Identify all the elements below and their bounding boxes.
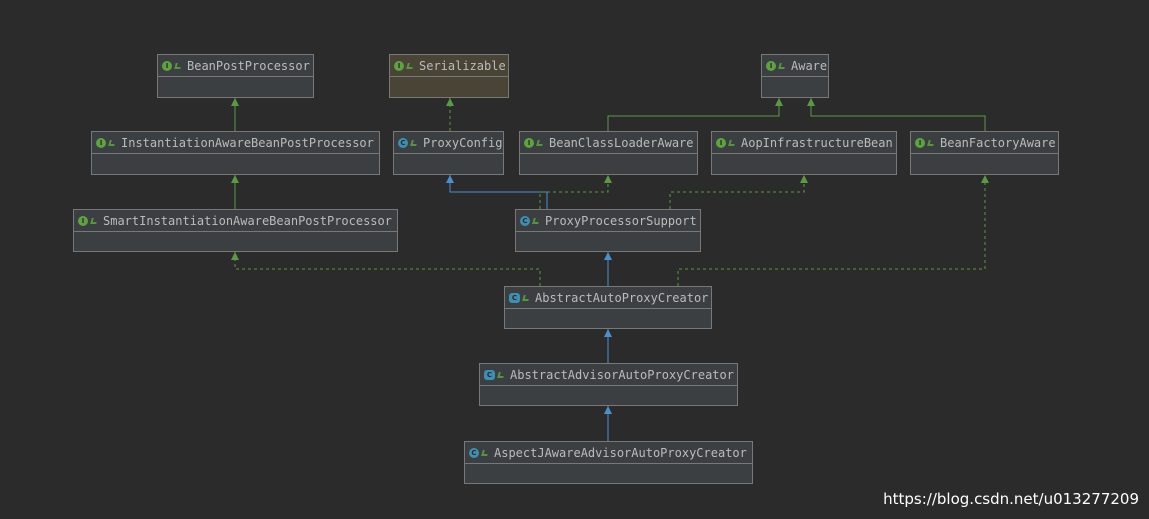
arrowhead xyxy=(231,175,239,183)
edge-implements xyxy=(446,98,454,131)
node-header: C AspectJAwareAdvisorAutoProxyCreator xyxy=(465,442,752,464)
node-proxy-processor-support[interactable]: C ProxyProcessorSupport xyxy=(515,209,701,252)
class-icon: C xyxy=(520,215,530,226)
edge-line xyxy=(810,98,986,131)
arrowhead xyxy=(604,406,612,414)
node-header: C AbstractAutoProxyCreator xyxy=(505,287,711,309)
node-bean-class-loader-aware[interactable]: I BeanClassLoaderAware xyxy=(519,131,698,175)
public-visibility-icon xyxy=(174,62,182,69)
node-header: I AopInfrastructureBean xyxy=(712,132,896,154)
node-aspect-jaware-advisor-auto-proxy-creator[interactable]: C AspectJAwareAdvisorAutoProxyCreator xyxy=(464,441,753,484)
node-aop-infrastructure-bean[interactable]: I AopInfrastructureBean xyxy=(711,131,897,175)
node-header: I Serializable xyxy=(390,55,508,77)
node-header: I SmartInstantiationAwareBeanPostProcesso… xyxy=(74,210,397,232)
node-header: C AbstractAdvisorAutoProxyCreator xyxy=(480,364,737,386)
arrowhead xyxy=(981,175,989,183)
public-visibility-icon xyxy=(90,217,98,224)
public-visibility-icon xyxy=(728,139,736,146)
edge-extends-class xyxy=(604,329,612,363)
node-header: C ProxyConfig xyxy=(394,132,503,154)
edge-extends-class xyxy=(446,175,548,209)
interface-icon: I xyxy=(78,215,88,226)
node-label: AbstractAutoProxyCreator xyxy=(535,290,709,305)
edge-implements xyxy=(677,175,989,286)
edge-line xyxy=(607,98,780,131)
node-label: SmartInstantiationAwareBeanPostProcessor xyxy=(103,213,392,228)
public-visibility-icon xyxy=(410,139,418,146)
node-label: AbstractAdvisorAutoProxyCreator xyxy=(510,367,734,382)
node-bean-post-processor[interactable]: I BeanPostProcessor xyxy=(157,54,314,98)
node-label: ProxyConfig xyxy=(423,135,503,150)
arrowhead xyxy=(800,175,808,183)
node-header: I InstantiationAwareBeanPostProcessor xyxy=(92,132,379,154)
node-label: AspectJAwareAdvisorAutoProxyCreator xyxy=(494,445,747,460)
node-header: C ProxyProcessorSupport xyxy=(516,210,700,232)
arrowhead xyxy=(604,175,612,183)
public-visibility-icon xyxy=(497,371,505,378)
node-abstract-auto-proxy-creator[interactable]: C AbstractAutoProxyCreator xyxy=(504,286,712,329)
arrowhead xyxy=(775,98,783,106)
node-label: ProxyProcessorSupport xyxy=(545,213,697,228)
edge-line xyxy=(669,175,805,209)
edge-line xyxy=(539,175,609,209)
public-visibility-icon xyxy=(532,217,540,224)
arrowhead xyxy=(231,98,239,106)
edge-extends xyxy=(231,175,239,209)
edge-line xyxy=(234,252,541,286)
arrowhead xyxy=(604,252,612,260)
interface-icon: I xyxy=(96,137,106,148)
node-label: BeanPostProcessor xyxy=(187,58,310,73)
node-smart-instantiation-aware-bean-post-processor[interactable]: I SmartInstantiationAwareBeanPostProcesso… xyxy=(73,209,398,252)
abstract-class-icon: C xyxy=(509,292,520,303)
interface-icon: I xyxy=(162,60,172,71)
node-instantiation-aware-bean-post-processor[interactable]: I InstantiationAwareBeanPostProcessor xyxy=(91,131,380,175)
edge-line xyxy=(449,175,548,209)
node-serializable[interactable]: I Serializable xyxy=(389,54,509,98)
node-label: BeanClassLoaderAware xyxy=(549,135,694,150)
node-header: I Aware xyxy=(762,55,828,77)
interface-icon: I xyxy=(716,137,726,148)
class-icon: C xyxy=(398,137,408,148)
public-visibility-icon xyxy=(778,62,786,69)
public-visibility-icon xyxy=(108,139,116,146)
node-proxy-config[interactable]: C ProxyConfig xyxy=(393,131,504,175)
edge-extends xyxy=(231,98,239,131)
class-icon: C xyxy=(469,447,479,458)
edge-extends-class xyxy=(604,406,612,441)
node-bean-factory-aware[interactable]: I BeanFactoryAware xyxy=(910,131,1059,175)
public-visibility-icon xyxy=(536,139,544,146)
node-header: I BeanFactoryAware xyxy=(911,132,1058,154)
edge-line xyxy=(677,175,986,286)
node-abstract-advisor-auto-proxy-creator[interactable]: C AbstractAdvisorAutoProxyCreator xyxy=(479,363,738,406)
public-visibility-icon xyxy=(481,449,489,456)
interface-icon: I xyxy=(394,60,404,71)
edge-extends xyxy=(607,98,783,131)
public-visibility-icon xyxy=(406,62,414,69)
node-label: AopInfrastructureBean xyxy=(741,135,893,150)
interface-icon: I xyxy=(524,137,534,148)
edge-extends xyxy=(807,98,986,131)
arrowhead xyxy=(807,98,815,106)
arrowhead xyxy=(446,98,454,106)
interface-icon: I xyxy=(766,60,776,71)
node-aware[interactable]: I Aware xyxy=(761,54,829,98)
edge-implements xyxy=(539,175,612,209)
arrowhead xyxy=(446,175,454,183)
node-label: Aware xyxy=(791,58,828,73)
edge-extends-class xyxy=(604,252,612,286)
node-label: Serializable xyxy=(419,58,506,73)
node-header: I BeanClassLoaderAware xyxy=(520,132,697,154)
edge-implements xyxy=(231,252,541,286)
public-visibility-icon xyxy=(927,139,935,146)
node-label: BeanFactoryAware xyxy=(940,135,1056,150)
arrowhead xyxy=(604,329,612,337)
arrowhead xyxy=(231,252,239,260)
node-header: I BeanPostProcessor xyxy=(158,55,313,77)
edge-implements xyxy=(669,175,808,209)
abstract-class-icon: C xyxy=(484,369,495,380)
public-visibility-icon xyxy=(522,294,530,301)
interface-icon: I xyxy=(915,137,925,148)
watermark-text: https://blog.csdn.net/u013277209 xyxy=(883,490,1139,508)
node-label: InstantiationAwareBeanPostProcessor xyxy=(121,135,374,150)
